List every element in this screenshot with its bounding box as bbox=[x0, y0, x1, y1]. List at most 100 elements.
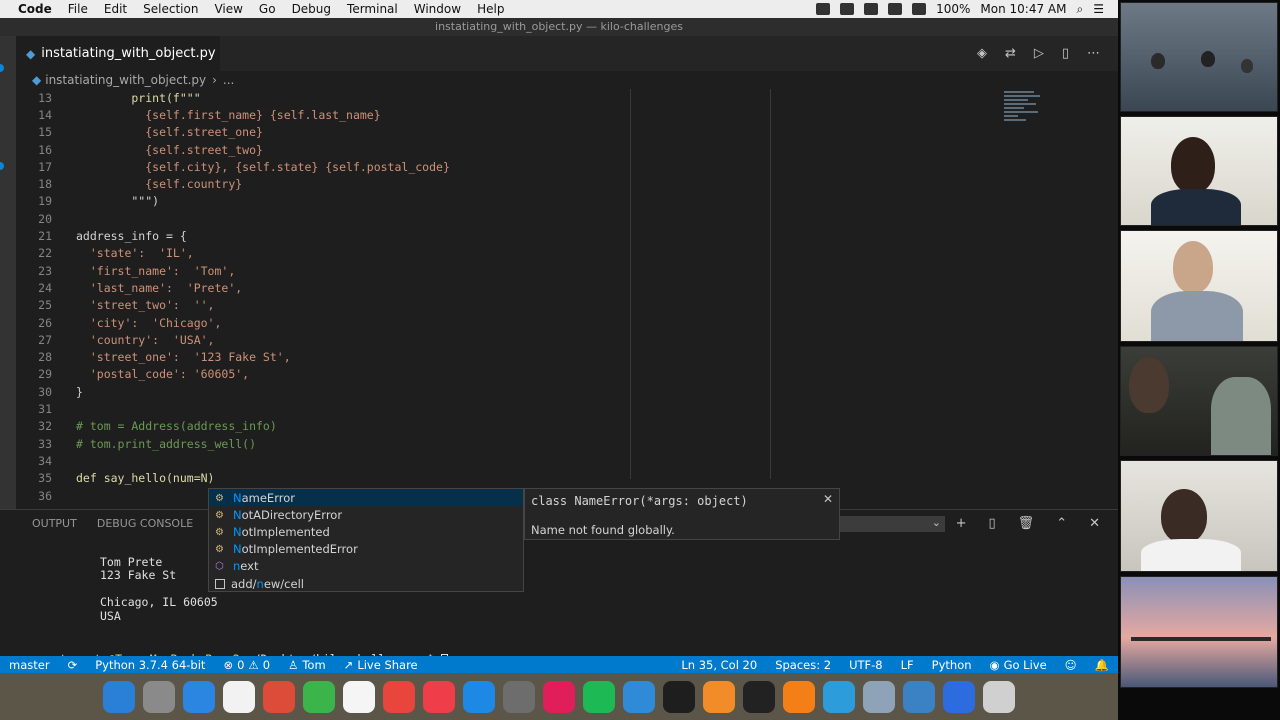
terminal-select[interactable]: ⌄ bbox=[840, 516, 945, 532]
dock-app-icon[interactable] bbox=[703, 680, 735, 713]
live-share-user[interactable]: ♙ Tom bbox=[279, 658, 335, 672]
git-branch[interactable]: master bbox=[0, 658, 59, 672]
dock-app-icon[interactable] bbox=[823, 680, 855, 713]
code-line[interactable]: 21 address_info = { bbox=[16, 227, 1006, 244]
dock-app-icon[interactable] bbox=[383, 680, 415, 713]
split-editor-icon[interactable]: ▯ bbox=[1062, 46, 1069, 61]
code-line[interactable]: 33 # tom.print_address_well() bbox=[16, 435, 1006, 452]
dock-app-icon[interactable] bbox=[903, 680, 935, 713]
creative-cloud-icon[interactable] bbox=[840, 3, 855, 15]
new-terminal-icon[interactable]: + bbox=[956, 516, 967, 531]
code-line[interactable]: 17 {self.city}, {self.state} {self.posta… bbox=[16, 158, 1006, 175]
menu-window[interactable]: Window bbox=[406, 2, 469, 16]
dock-app-icon[interactable] bbox=[303, 680, 335, 713]
dock-app-icon[interactable] bbox=[543, 680, 575, 713]
suggestion-item[interactable]: ⬡ n ext bbox=[209, 558, 523, 575]
suggestion-item[interactable]: add/n ew/cell bbox=[209, 575, 523, 592]
dock-app-icon[interactable] bbox=[583, 680, 615, 713]
compare-changes-icon[interactable]: ⇄ bbox=[1005, 46, 1016, 61]
maximize-panel-icon[interactable]: ⌃ bbox=[1056, 516, 1067, 531]
run-icon[interactable]: ▷ bbox=[1034, 46, 1044, 61]
dock-app-icon[interactable] bbox=[423, 680, 455, 713]
dock-app-icon[interactable] bbox=[503, 680, 535, 713]
panel-tab-debug-console[interactable]: DEBUG CONSOLE bbox=[97, 517, 193, 530]
wifi-icon[interactable] bbox=[912, 3, 927, 15]
close-icon[interactable]: ✕ bbox=[823, 492, 833, 506]
close-panel-icon[interactable]: ✕ bbox=[1089, 516, 1100, 531]
dock-app-icon[interactable] bbox=[783, 680, 815, 713]
menubar-clock[interactable]: Mon 10:47 AM bbox=[980, 2, 1066, 16]
code-line[interactable]: 13 print(f""" bbox=[16, 89, 1006, 106]
menu-view[interactable]: View bbox=[206, 2, 250, 16]
menu-go[interactable]: Go bbox=[251, 2, 284, 16]
battery-percent[interactable]: 100% bbox=[936, 2, 970, 16]
sync-icon[interactable]: ⟳ bbox=[59, 658, 87, 672]
code-line[interactable]: 27 'country': 'USA', bbox=[16, 331, 1006, 348]
vlc-icon[interactable] bbox=[864, 3, 879, 15]
suggestion-item[interactable]: ⚙ NotImplementedError bbox=[209, 541, 523, 558]
docker-icon[interactable] bbox=[816, 3, 831, 15]
video-tile[interactable] bbox=[1120, 116, 1278, 226]
code-line[interactable]: 25 'street_two': '', bbox=[16, 297, 1006, 314]
notification-center-icon[interactable]: ☰ bbox=[1093, 2, 1104, 16]
menu-selection[interactable]: Selection bbox=[135, 2, 206, 16]
code-line[interactable]: 35 def say_hello(num=N) bbox=[16, 470, 1006, 487]
minimap[interactable] bbox=[1004, 89, 1052, 149]
video-tile[interactable] bbox=[1120, 2, 1278, 112]
code-line[interactable]: 24 'last_name': 'Prete', bbox=[16, 279, 1006, 296]
dock-app-icon[interactable] bbox=[863, 680, 895, 713]
menu-debug[interactable]: Debug bbox=[284, 2, 339, 16]
split-terminal-icon[interactable]: ▯ bbox=[989, 516, 996, 531]
code-line[interactable]: 34 bbox=[16, 452, 1006, 469]
python-interpreter[interactable]: Python 3.7.4 64-bit bbox=[86, 658, 214, 672]
code-line[interactable]: 30} bbox=[16, 383, 1006, 400]
menu-edit[interactable]: Edit bbox=[96, 2, 135, 16]
code-line[interactable]: 22 'state': 'IL', bbox=[16, 245, 1006, 262]
suggestion-item[interactable]: ⚙ NotImplemented bbox=[209, 523, 523, 540]
code-editor[interactable]: 13 print(f""" 14 {self.first_name} {self.… bbox=[16, 89, 1118, 503]
code-line[interactable]: 26 'city': 'Chicago', bbox=[16, 314, 1006, 331]
dock-app-icon[interactable] bbox=[223, 680, 255, 713]
code-line[interactable]: 14 {self.first_name} {self.last_name} bbox=[16, 106, 1006, 123]
dock-app-icon[interactable] bbox=[663, 680, 695, 713]
dock-app-icon[interactable] bbox=[983, 680, 1015, 713]
code-line[interactable]: 20 bbox=[16, 210, 1006, 227]
dock-app-icon[interactable] bbox=[743, 680, 775, 713]
encoding[interactable]: UTF-8 bbox=[840, 658, 892, 672]
trash-icon[interactable]: 🗑 bbox=[1018, 516, 1035, 531]
git-lens-icon[interactable]: ◈ bbox=[977, 46, 987, 61]
pushbullet-icon[interactable] bbox=[888, 3, 903, 15]
code-line[interactable]: 32 # tom = Address(address_info) bbox=[16, 418, 1006, 435]
video-tile[interactable] bbox=[1120, 230, 1278, 342]
spotlight-icon[interactable]: ⌕ bbox=[1077, 2, 1084, 17]
dock-app-icon[interactable] bbox=[103, 680, 135, 713]
code-line[interactable]: 19 """) bbox=[16, 193, 1006, 210]
live-share-button[interactable]: ↗ Live Share bbox=[335, 658, 427, 672]
code-line[interactable]: 31 bbox=[16, 400, 1006, 417]
editor-tab-active[interactable]: ◆ instatiating_with_object.py bbox=[16, 36, 220, 71]
dock-app-icon[interactable] bbox=[623, 680, 655, 713]
terminal-output[interactable]: Tom Prete 123 Fake St Chicago, IL 60605 … bbox=[32, 556, 218, 634]
menu-file[interactable]: File bbox=[60, 2, 96, 16]
panel-tab-output[interactable]: OUTPUT bbox=[32, 517, 77, 530]
menu-terminal[interactable]: Terminal bbox=[339, 2, 406, 16]
breadcrumb-file[interactable]: instatiating_with_object.py bbox=[45, 73, 206, 87]
dock-app-icon[interactable] bbox=[143, 680, 175, 713]
code-line[interactable]: 18 {self.country} bbox=[16, 176, 1006, 193]
indentation[interactable]: Spaces: 2 bbox=[766, 658, 840, 672]
dock-app-icon[interactable] bbox=[343, 680, 375, 713]
dock-app-icon[interactable] bbox=[263, 680, 295, 713]
go-live-button[interactable]: ◉ Go Live bbox=[981, 658, 1056, 672]
language-mode[interactable]: Python bbox=[923, 658, 981, 672]
dock-app-icon[interactable] bbox=[183, 680, 215, 713]
menu-app-name[interactable]: Code bbox=[10, 2, 60, 16]
cursor-position[interactable]: Ln 35, Col 20 bbox=[672, 658, 766, 672]
suggestion-item[interactable]: ⚙ NotADirectoryError bbox=[209, 506, 523, 523]
video-tile[interactable] bbox=[1120, 576, 1278, 688]
suggestion-item[interactable]: ⚙ NameError bbox=[209, 489, 523, 507]
end-of-line[interactable]: LF bbox=[892, 658, 923, 672]
feedback-icon[interactable]: ☺ bbox=[1056, 658, 1086, 672]
autocomplete-list[interactable]: ⚙ NameError ⚙ NotADirectoryError ⚙ NotImpleme… bbox=[208, 488, 524, 592]
video-tile[interactable] bbox=[1120, 460, 1278, 572]
dock-app-icon[interactable] bbox=[943, 680, 975, 713]
